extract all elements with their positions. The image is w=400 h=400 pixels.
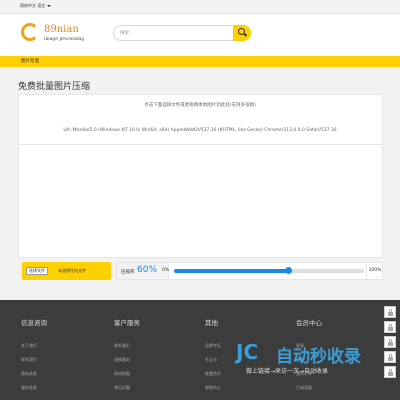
logo-ring-icon[interactable] xyxy=(21,23,39,41)
divider xyxy=(18,144,383,145)
slider-fill xyxy=(174,269,288,273)
search-input[interactable] xyxy=(120,26,230,40)
lock-icon[interactable] xyxy=(384,336,396,348)
footer-heading: 会员中心 xyxy=(296,319,322,327)
language-label: 简体中文 语言 xyxy=(20,3,46,8)
choose-file-button[interactable]: 选择文件 xyxy=(26,267,48,275)
lock-icon[interactable] xyxy=(384,306,396,318)
top-bar: 简体中文 语言 xyxy=(0,0,400,14)
footer-column-info: 信息咨询 关于我们 联系我们 隐私条款 服务条款 xyxy=(21,317,47,391)
nav-item-image-processing[interactable]: 图片处理 xyxy=(21,58,39,64)
quality-value: 60% xyxy=(137,265,158,275)
lock-icon[interactable] xyxy=(384,366,396,378)
file-status: 未选择任何文件 xyxy=(58,268,86,273)
quality-min-label: 0% xyxy=(162,268,170,273)
footer-link[interactable]: 联系我们 xyxy=(114,343,140,349)
lock-body xyxy=(388,342,393,346)
slider-thumb[interactable] xyxy=(285,267,292,274)
search-button[interactable] xyxy=(233,25,251,41)
language-selector[interactable]: 简体中文 语言 xyxy=(20,3,52,9)
footer-column-other: 其他 品牌专区 礼品卡 联盟合作 帮助中心 xyxy=(205,317,221,391)
brand-tagline: image processing xyxy=(44,37,85,42)
user-agent-text: UA: Mozilla/5.0 (Windows NT 10.0; Win64;… xyxy=(63,128,337,133)
side-toolbar xyxy=(384,306,396,381)
nav-bar: 图片处理 xyxy=(0,56,400,67)
watermark-subtitle: 做上链接→来访一次→自动收录 xyxy=(246,368,329,375)
footer-link[interactable]: 隐私条款 xyxy=(21,371,47,377)
footer-link[interactable]: 帮助中心 xyxy=(205,385,221,391)
caret-down-icon xyxy=(47,5,52,7)
footer-link[interactable]: 联系我们 xyxy=(21,357,47,363)
footer-link[interactable]: 服务条款 xyxy=(21,385,47,391)
footer-link[interactable]: 关于我们 xyxy=(21,343,47,349)
footer-link[interactable]: 已阅读版 xyxy=(296,385,322,391)
brand-name[interactable]: 89nian xyxy=(44,24,79,35)
footer-column-service: 客户服务 联系我们 退换服务 网站地图 常见问题 xyxy=(114,317,140,391)
quality-slider[interactable] xyxy=(174,267,364,274)
search-icon-handle xyxy=(243,33,248,37)
drop-zone[interactable] xyxy=(18,94,383,258)
footer-link[interactable]: 联盟合作 xyxy=(205,371,221,377)
footer-link[interactable]: 常见问题 xyxy=(114,385,140,391)
drop-hint: 点击下面选择文件或者拖拽本地图片到此处(支持多张图) xyxy=(144,103,256,108)
watermark-logo: JC xyxy=(236,340,259,364)
footer-link[interactable]: 退换服务 xyxy=(114,357,140,363)
watermark-text: 自动秒收录 xyxy=(276,347,361,367)
quality-max-label: 100% xyxy=(366,263,383,279)
lock-icon[interactable] xyxy=(384,321,396,333)
footer-link[interactable]: 品牌专区 xyxy=(205,343,221,349)
search-box xyxy=(113,25,251,41)
footer-link[interactable]: 网站地图 xyxy=(114,371,140,377)
footer-heading: 客户服务 xyxy=(114,319,140,327)
lock-body xyxy=(388,327,393,331)
quality-control: 压缩率 60% 0% 100% xyxy=(116,262,383,280)
lock-icon[interactable] xyxy=(384,351,396,363)
lock-body xyxy=(388,312,393,316)
quality-label: 压缩率 xyxy=(121,270,135,275)
page-title: 免费批量图片压缩 xyxy=(18,82,91,92)
lock-body xyxy=(388,372,393,376)
file-uploader: 选择文件 未选择任何文件 xyxy=(22,262,111,280)
footer-heading: 其他 xyxy=(205,319,218,327)
lock-body xyxy=(388,357,393,361)
footer-heading: 信息咨询 xyxy=(21,319,47,327)
footer-link[interactable]: 礼品卡 xyxy=(205,357,221,363)
